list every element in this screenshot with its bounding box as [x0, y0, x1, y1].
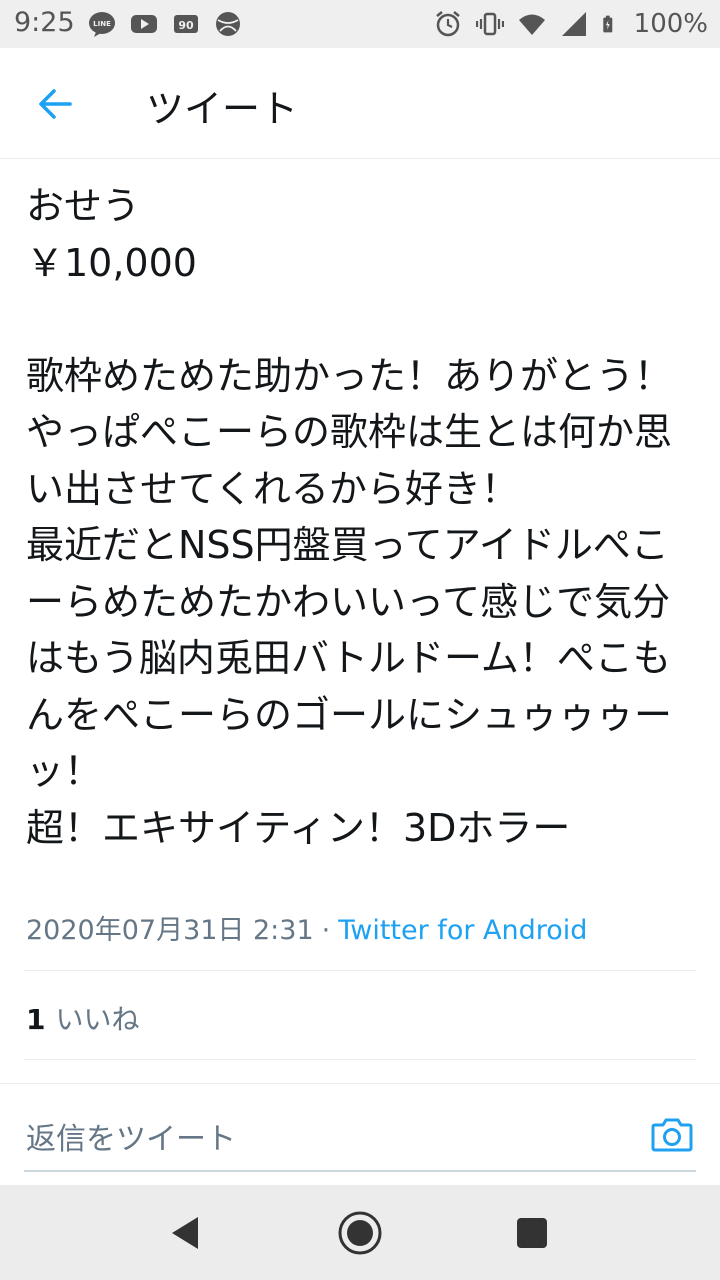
line-icon: LINE: [89, 12, 115, 37]
svg-text:90: 90: [178, 19, 194, 32]
divider: [24, 1059, 696, 1060]
sports-icon: [216, 12, 240, 36]
vibrate-icon: [475, 12, 504, 36]
battery-percent: 100%: [633, 9, 708, 39]
tweet-timestamp: 2020年07月31日 2:31: [26, 915, 314, 946]
status-bar: 9:25 LINE 90 100%: [0, 0, 720, 48]
wifi-icon: [518, 14, 545, 35]
likes-label: いいね: [55, 1003, 140, 1036]
status-time: 9:25: [14, 7, 75, 38]
nav-bar: [0, 1185, 720, 1280]
header: ツイート: [0, 48, 720, 159]
reply-input[interactable]: 返信をツイート: [26, 1114, 236, 1158]
system-icons: 100%: [434, 7, 708, 41]
youtube-icon: [131, 15, 157, 33]
alarm-icon: [435, 11, 460, 37]
divider: [24, 970, 696, 971]
back-arrow-icon[interactable]: [36, 84, 76, 124]
likes-count: 1: [26, 1003, 46, 1036]
app-icon: 90: [174, 15, 198, 33]
home-circle-icon[interactable]: [334, 1207, 386, 1259]
svg-text:LINE: LINE: [93, 20, 111, 28]
reply-bar: 返信をツイート: [0, 1083, 720, 1186]
notification-icons: LINE 90: [88, 9, 242, 39]
camera-icon[interactable]: [650, 1112, 694, 1156]
tweet-text: おせう ￥10,000 歌枠めためた助かった！ありがとう！やっぱぺこーらの歌枠は…: [26, 184, 673, 850]
back-triangle-icon[interactable]: [160, 1207, 212, 1259]
meta-separator: ·: [321, 915, 331, 946]
tweet-meta: 2020年07月31日 2:31 · Twitter for Android: [26, 908, 587, 947]
battery-icon: [602, 15, 612, 33]
likes-row[interactable]: 1 いいね: [26, 998, 140, 1038]
reply-underline: [24, 1170, 696, 1172]
recents-square-icon[interactable]: [506, 1207, 558, 1259]
tweet-source-link[interactable]: Twitter for Android: [338, 915, 587, 946]
signal-icon: [561, 12, 586, 36]
page-title: ツイート: [146, 87, 299, 131]
